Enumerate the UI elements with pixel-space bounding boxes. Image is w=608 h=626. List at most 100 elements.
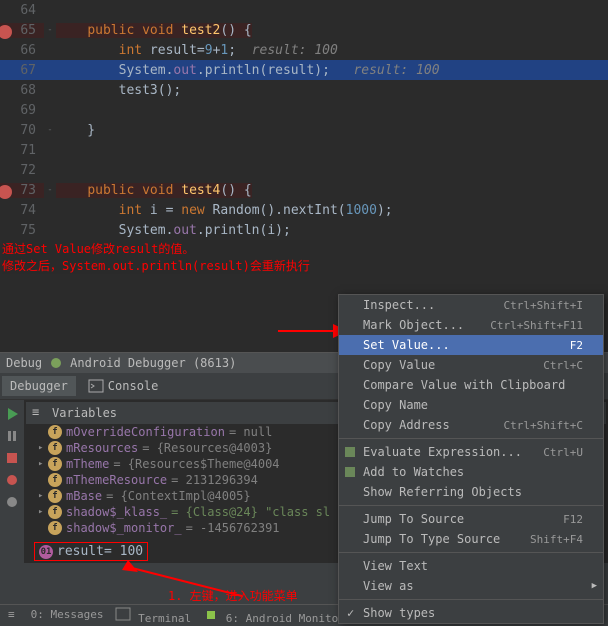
line-number[interactable]: 71 xyxy=(0,143,44,158)
glasses-icon xyxy=(343,465,357,479)
annotation-text: 通过Set Value修改result的值。 xyxy=(2,240,310,257)
code-editor[interactable]: 6465- public void test2() {66 int result… xyxy=(0,0,608,240)
debug-subtitle: Android Debugger (8613) xyxy=(70,356,236,370)
var-value: = null xyxy=(229,425,272,439)
expand-icon[interactable]: ▸ xyxy=(38,459,48,469)
expand-icon[interactable]: ▸ xyxy=(38,491,48,501)
menu-item[interactable]: Set Value... F2 xyxy=(339,335,603,355)
var-value: = 100 xyxy=(104,544,143,559)
menu-item[interactable]: Evaluate Expression...Ctrl+U xyxy=(339,442,603,462)
menu-label: Evaluate Expression... xyxy=(363,445,522,459)
menu-item[interactable]: Mark Object...Ctrl+Shift+F11 xyxy=(339,315,603,335)
menu-separator xyxy=(339,599,603,600)
calc-icon xyxy=(343,445,357,459)
menu-shortcut: F2 xyxy=(570,339,583,352)
code-line[interactable]: 71 xyxy=(0,140,608,160)
status-terminal[interactable]: Terminal xyxy=(115,606,191,625)
line-number[interactable]: 64 xyxy=(0,3,44,18)
code-line[interactable]: 69 xyxy=(0,100,608,120)
field-icon: f xyxy=(48,505,62,519)
mute-breakpoints-icon[interactable] xyxy=(4,494,20,510)
var-value: = {Resources@4003} xyxy=(142,441,272,455)
menu-item[interactable]: View Text xyxy=(339,556,603,576)
code-content: public void test4() { xyxy=(56,183,252,198)
result-variable[interactable]: 01 result = 100 xyxy=(34,542,148,561)
fold-icon[interactable]: - xyxy=(44,25,56,35)
status-android[interactable]: 6: Android Monitor xyxy=(203,606,345,625)
breakpoint-icon[interactable] xyxy=(0,25,12,39)
field-icon: f xyxy=(48,457,62,471)
console-icon xyxy=(88,378,104,394)
check-icon: ✓ xyxy=(347,606,354,620)
code-line[interactable]: 73- public void test4() { xyxy=(0,180,608,200)
annotation-bottom: 1. 左键，进入功能菜单 xyxy=(168,587,298,604)
var-name: shadow$_monitor_ xyxy=(66,521,182,535)
messages-icon: ≡ xyxy=(8,608,24,624)
line-number[interactable]: 73 xyxy=(0,183,44,198)
menu-item[interactable]: View as ▶ xyxy=(339,576,603,596)
menu-label: View as xyxy=(363,579,414,593)
menu-label: Copy Name xyxy=(363,398,428,412)
menu-shortcut: Shift+F4 xyxy=(530,533,583,546)
expand-icon[interactable]: ▸ xyxy=(38,507,48,517)
line-number[interactable]: 68 xyxy=(0,83,44,98)
resume-icon[interactable] xyxy=(4,406,20,422)
view-breakpoints-icon[interactable] xyxy=(4,472,20,488)
code-line[interactable]: 72 xyxy=(0,160,608,180)
code-line[interactable]: 75 System.out.println(i); xyxy=(0,220,608,240)
menu-label: Jump To Type Source xyxy=(363,532,500,546)
menu-item[interactable]: Jump To SourceF12 xyxy=(339,509,603,529)
menu-item[interactable]: ✓Show types xyxy=(339,603,603,623)
pause-icon[interactable] xyxy=(4,428,20,444)
menu-item[interactable]: Add to Watches xyxy=(339,462,603,482)
var-name: result xyxy=(57,544,104,559)
code-line[interactable]: 68 test3(); xyxy=(0,80,608,100)
menu-shortcut: Ctrl+C xyxy=(543,359,583,372)
menu-item[interactable]: Compare Value with Clipboard xyxy=(339,375,603,395)
line-number[interactable]: 69 xyxy=(0,103,44,118)
line-number[interactable]: 75 xyxy=(0,223,44,238)
menu-item[interactable]: Copy Name xyxy=(339,395,603,415)
android-icon xyxy=(203,606,219,622)
menu-separator xyxy=(339,505,603,506)
context-menu: Inspect...Ctrl+Shift+IMark Object...Ctrl… xyxy=(338,294,604,624)
annotation-text: 修改之后，System.out.println(result)会重新执行 xyxy=(2,257,310,274)
menu-item[interactable]: Show Referring Objects xyxy=(339,482,603,502)
breakpoint-icon[interactable] xyxy=(0,185,12,199)
menu-item[interactable]: Inspect...Ctrl+Shift+I xyxy=(339,295,603,315)
line-number[interactable]: 66 xyxy=(0,43,44,58)
line-number[interactable]: 72 xyxy=(0,163,44,178)
code-line[interactable]: 67 System.out.println(result); result: 1… xyxy=(0,60,608,80)
menu-item[interactable]: Copy ValueCtrl+C xyxy=(339,355,603,375)
menu-shortcut: Ctrl+Shift+F11 xyxy=(490,319,583,332)
variables-icon: ≡ xyxy=(32,405,48,421)
code-line[interactable]: 74 int i = new Random().nextInt(1000); xyxy=(0,200,608,220)
code-content: int result=9+1; result: 100 xyxy=(56,43,338,58)
stop-icon[interactable] xyxy=(4,450,20,466)
status-messages[interactable]: ≡ 0: Messages xyxy=(8,608,103,624)
code-line[interactable]: 64 xyxy=(0,0,608,20)
code-line[interactable]: 70- } xyxy=(0,120,608,140)
line-number[interactable]: 67 xyxy=(0,63,44,78)
code-content: test3(); xyxy=(56,83,181,98)
fold-icon[interactable]: - xyxy=(44,125,56,135)
menu-item[interactable]: Jump To Type Source Shift+F4 xyxy=(339,529,603,549)
line-number[interactable]: 70 xyxy=(0,123,44,138)
code-line[interactable]: 65- public void test2() { xyxy=(0,20,608,40)
var-value: = -1456762391 xyxy=(186,521,280,535)
fold-icon[interactable]: - xyxy=(44,185,56,195)
submenu-arrow-icon: ▶ xyxy=(592,581,597,591)
code-line[interactable]: 66 int result=9+1; result: 100 xyxy=(0,40,608,60)
var-name: mBase xyxy=(66,489,102,503)
var-name: mResources xyxy=(66,441,138,455)
tab-debugger[interactable]: Debugger xyxy=(2,376,76,396)
field-icon: f xyxy=(48,489,62,503)
field-icon: f xyxy=(48,521,62,535)
tab-console[interactable]: Console xyxy=(80,375,167,397)
line-number[interactable]: 74 xyxy=(0,203,44,218)
expand-icon[interactable]: ▸ xyxy=(38,443,48,453)
menu-label: Set Value... xyxy=(363,338,450,352)
line-number[interactable]: 65 xyxy=(0,23,44,38)
var-value: = {ContextImpl@4005} xyxy=(106,489,251,503)
menu-item[interactable]: Copy AddressCtrl+Shift+C xyxy=(339,415,603,435)
